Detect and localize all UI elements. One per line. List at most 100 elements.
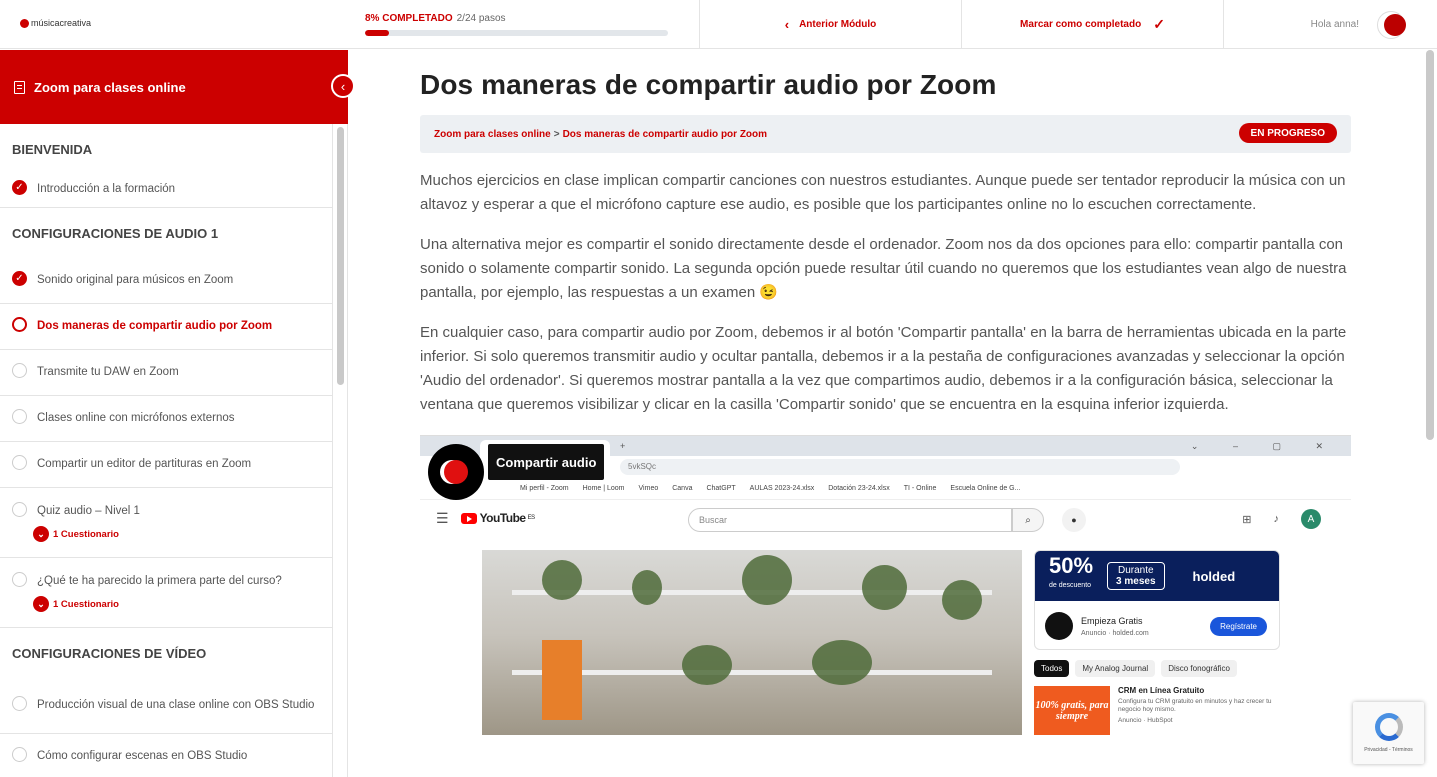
- lesson-item[interactable]: Compartir un editor de partituras en Zoo…: [0, 442, 332, 488]
- status-circle-icon: [12, 455, 27, 470]
- bookmark-item: Canva: [672, 485, 693, 492]
- status-circle-icon: [12, 409, 27, 424]
- avatar[interactable]: [1377, 10, 1406, 39]
- status-badge: EN PROGRESO: [1238, 123, 1337, 143]
- recaptcha-icon: [1374, 713, 1403, 741]
- create-icon: ⊞: [1242, 513, 1252, 526]
- bookmark-item: Mi perfil - Zoom: [520, 485, 569, 492]
- logo[interactable]: músicacreativa: [20, 18, 91, 28]
- breadcrumb-course[interactable]: Zoom para clases online: [434, 129, 551, 140]
- breadcrumb-lesson[interactable]: Dos maneras de compartir audio por Zoom: [563, 129, 767, 140]
- status-circle-icon: [12, 363, 27, 378]
- logo-text: músicacreativa: [31, 18, 92, 28]
- bookmarks-bar: Mi perfil - Zoom Home | Loom Vimeo Canva Cha…: [420, 478, 1351, 500]
- url-fragment: 5vkSQc: [628, 462, 657, 471]
- youtube-header: ☰ YouTube ES Buscar ⌕ ● ⊞ ♪ A: [420, 500, 1351, 536]
- youtube-actions: ⊞ ♪ A: [1242, 509, 1321, 529]
- chevron-down-icon: ⌄: [33, 596, 49, 612]
- new-tab-icon: +: [620, 441, 626, 451]
- section-heading: CONFIGURACIONES DE VÍDEO: [12, 645, 207, 661]
- paragraph-3: En cualquier caso, para compartir audio …: [420, 324, 1347, 413]
- lesson-label: Cómo configurar escenas en OBS Studio: [37, 750, 248, 762]
- checkmark-icon: ✓: [1153, 16, 1165, 32]
- bookmark-item: TI - Online: [903, 485, 937, 492]
- filter-chip: Todos: [1034, 660, 1070, 677]
- mark-complete-button[interactable]: Marcar como completado ✓: [961, 0, 1223, 49]
- lesson-item[interactable]: ✓ Sonido original para músicos en Zoom: [0, 258, 332, 304]
- lesson-label: Introducción a la formación: [37, 183, 176, 195]
- progress-bar-fill: [365, 30, 390, 36]
- holded-ad: 50% de descuento Durante 3 meses holded Em…: [1034, 550, 1280, 650]
- lesson-list: BIENVENIDA ✓ Introducción a la formación CO…: [0, 124, 333, 777]
- lesson-item[interactable]: Transmite tu DAW en Zoom: [0, 350, 332, 396]
- filter-chip: Disco fonográfico: [1161, 660, 1237, 677]
- bookmark-item: Home | Loom: [582, 485, 625, 492]
- previous-module-label: Anterior Módulo: [799, 19, 877, 30]
- progress-steps: 2/24 pasos: [456, 13, 506, 24]
- breadcrumb-separator: >: [553, 128, 560, 140]
- hubspot-ad: 100% gratis, para siempre CRM en Línea G…: [1034, 686, 1280, 735]
- lesson-label: Sonido original para músicos en Zoom: [37, 274, 234, 286]
- lesson-label: ¿Qué te ha parecido la primera parte del…: [37, 575, 282, 587]
- course-title-bar[interactable]: Zoom para clases online: [0, 50, 348, 124]
- lesson-item[interactable]: Clases online con micrófonos externos: [0, 396, 332, 442]
- bell-icon: ♪: [1273, 513, 1280, 525]
- progress-bar: [365, 30, 668, 36]
- filter-chips: Todos My Analog Journal Disco fonográfico: [1034, 660, 1237, 677]
- previous-module-button[interactable]: ‹ Anterior Módulo: [699, 0, 961, 49]
- course-progress: 8% COMPLETADO 2/24 pasos: [365, 13, 670, 36]
- sidebar: BIENVENIDA ✓ Introducción a la formación CO…: [0, 124, 348, 777]
- top-bar: músicacreativa 8% COMPLETADO 2/24 pasos ‹…: [0, 0, 1437, 49]
- hamburger-icon: ☰: [436, 509, 449, 526]
- bookmark-item: Dotación 23-24.xlsx: [828, 485, 890, 492]
- lesson-item[interactable]: Cómo configurar escenas en OBS Studio: [0, 734, 332, 777]
- chevron-down-icon: ⌄: [33, 526, 49, 542]
- status-circle-icon: [12, 502, 27, 517]
- quiz-toggle[interactable]: ⌄ 1 Cuestionario: [33, 526, 320, 542]
- lesson-label: Producción visual de una clase online co…: [37, 699, 315, 711]
- address-bar: 5vkSQc: [620, 459, 1180, 475]
- paragraph-2: Una alternativa mejor es compartir el so…: [420, 236, 1347, 301]
- course-title: Zoom para clases online: [34, 79, 186, 95]
- youtube-logo: YouTube ES: [460, 511, 535, 525]
- lesson-item[interactable]: Producción visual de una clase online co…: [0, 678, 332, 734]
- filter-chip: My Analog Journal: [1075, 660, 1156, 677]
- section-heading: BIENVENIDA: [12, 141, 93, 157]
- collapse-sidebar-button[interactable]: ‹: [331, 74, 355, 98]
- recaptcha-badge[interactable]: Privacidad - Términos: [1353, 702, 1424, 764]
- microphone-icon: ●: [1062, 508, 1086, 532]
- status-circle-icon: [12, 696, 27, 711]
- lesson-item[interactable]: Dos maneras de compartir audio por Zoom: [0, 304, 332, 350]
- greeting: Hola anna!: [1310, 19, 1359, 30]
- user-menu[interactable]: Hola anna!: [1223, 0, 1423, 49]
- logo-mark: [20, 18, 29, 28]
- window-controls-icon: ⌄ – ▢ ✕: [1190, 440, 1339, 451]
- quiz-count: 1 Cuestionario: [53, 598, 119, 610]
- lesson-item[interactable]: ¿Qué te ha parecido la primera parte del…: [0, 558, 332, 628]
- chevron-left-icon: ‹: [340, 78, 346, 94]
- bookmark-item: ChatGPT: [706, 485, 736, 492]
- lesson-item[interactable]: ✓ Introducción a la formación: [0, 172, 332, 208]
- ad-register-button: Regístrate: [1210, 616, 1267, 636]
- paragraph-1: Muchos ejercicios en clase implican comp…: [420, 172, 1346, 213]
- record-icon: [428, 444, 484, 500]
- account-avatar: A: [1301, 509, 1321, 529]
- bookmark-item: Escuela Online de G...: [950, 485, 1021, 492]
- status-circle-icon: [12, 572, 27, 587]
- advertiser-icon: [1045, 612, 1073, 640]
- recaptcha-text: Privacidad - Términos: [1364, 747, 1413, 753]
- quiz-toggle[interactable]: ⌄ 1 Cuestionario: [33, 596, 320, 612]
- page-title: Dos maneras de compartir audio por Zoom: [420, 69, 997, 100]
- page-scrollbar[interactable]: [1426, 50, 1434, 440]
- lesson-label: Compartir un editor de partituras en Zoo…: [37, 458, 252, 470]
- check-circle-icon: ✓: [12, 271, 27, 286]
- embedded-screenshot: + ⌄ – ▢ ✕ 5vkSQc Mi perfil - Zoom Home | …: [420, 435, 1351, 735]
- breadcrumb: Zoom para clases online > Dos maneras de…: [420, 115, 1351, 153]
- bookmark-item: AULAS 2023-24.xlsx: [749, 485, 815, 492]
- section-heading: CONFIGURACIONES DE AUDIO 1: [12, 225, 219, 241]
- status-circle-icon: [12, 747, 27, 762]
- lesson-label: Transmite tu DAW en Zoom: [37, 366, 179, 378]
- sidebar-scrollbar[interactable]: [337, 127, 344, 385]
- lesson-item[interactable]: Quiz audio – Nivel 1 ⌄ 1 Cuestionario: [0, 488, 332, 558]
- search-icon: ⌕: [1012, 508, 1044, 532]
